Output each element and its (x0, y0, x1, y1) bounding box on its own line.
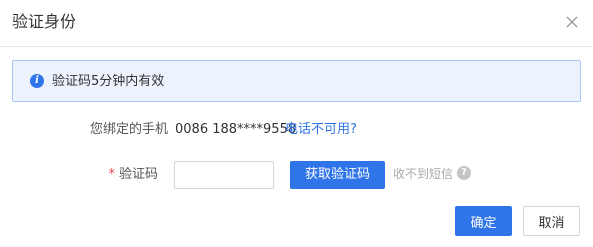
verify-identity-dialog: 验证身份 i 验证码5分钟内有效 您绑定的手机 0086 188****9558… (0, 0, 593, 247)
confirm-button[interactable]: 确定 (455, 206, 512, 236)
get-code-button[interactable]: 获取验证码 (290, 161, 385, 189)
info-notice: i 验证码5分钟内有效 (12, 60, 581, 102)
code-label-wrap: * 验证码 (60, 166, 158, 184)
no-sms-text: 收不到短信 (393, 167, 454, 181)
dialog-title: 验证身份 (12, 12, 77, 31)
verification-code-input[interactable] (174, 161, 274, 189)
phone-number: 0086 188****9558 (175, 122, 297, 137)
phone-label: 您绑定的手机 (89, 122, 168, 137)
dialog-header: 验证身份 (0, 0, 593, 47)
notice-text: 验证码5分钟内有效 (52, 74, 165, 89)
phone-unavailable-link[interactable]: 电话不可用? (285, 121, 357, 139)
info-icon: i (30, 74, 44, 88)
cancel-button[interactable]: 取消 (523, 206, 580, 236)
required-mark: * (108, 167, 115, 182)
question-icon[interactable]: ? (457, 166, 471, 180)
close-icon[interactable] (564, 14, 580, 30)
code-label: 验证码 (118, 167, 158, 182)
